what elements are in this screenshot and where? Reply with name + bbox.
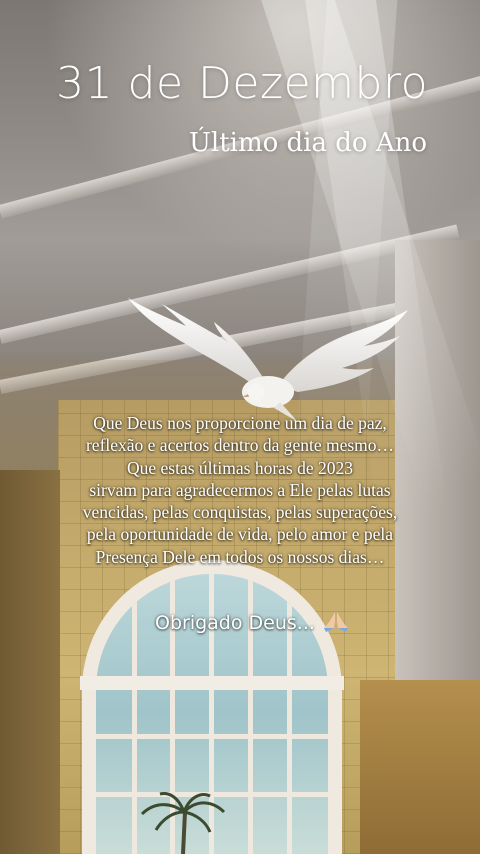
message-line: Que estas últimas horas de 2023 [127,457,353,478]
thanks-text: Obrigado Deus... [155,612,315,634]
window-sill [80,676,344,690]
palm-tree-icon [140,792,226,854]
message-line: pela oportunidade de vida, pelo amor e p… [86,524,394,545]
message-line: vencidas, pelas conquistas, pelas supera… [82,502,398,523]
dove-icon [128,298,408,422]
message-line: reflexão e acertos dentro da gente mesmo… [85,435,395,456]
thanks-caption: Obrigado Deus... [155,611,349,634]
reflected-buildings [360,680,480,854]
message-line: Presença Dele em todos os nossos dias… [95,546,385,567]
message-text: Que Deus nos proporcione um dia de paz, … [20,412,460,568]
message-line: sirvam para agradecermos a Ele pelas lut… [89,479,391,500]
message-line: Que Deus nos proporcione um dia de paz, [93,413,387,433]
date-heading: 31 de Dezembro [56,58,428,109]
subtitle: Último dia do Ano [188,128,427,158]
story-canvas: 31 de Dezembro Último dia do Ano Que Deu… [0,0,480,854]
praying-hands-icon [323,612,348,632]
